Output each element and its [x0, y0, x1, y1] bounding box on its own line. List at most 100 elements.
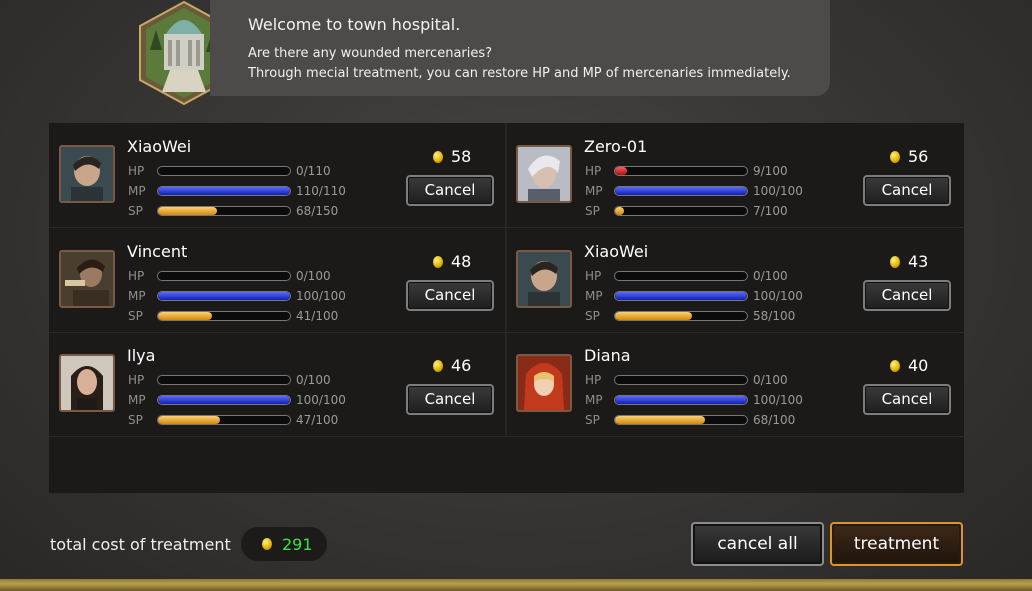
mp-label: MP [128, 184, 146, 198]
gold-coin-icon [433, 151, 443, 163]
cost-value: 48 [451, 252, 472, 271]
mercenary-card: Diana HP 0/100 MP 100/100 SP 68/100 40 C… [506, 332, 963, 436]
sp-bar [614, 415, 748, 425]
sp-label: SP [585, 204, 600, 218]
treatment-cost: 46 [433, 356, 471, 375]
portrait-xiaowei [59, 145, 115, 203]
cancel-button[interactable]: Cancel [406, 384, 494, 415]
hp-label: HP [585, 373, 602, 387]
mercenary-card: Zero-01 HP 9/100 MP 100/100 SP 7/100 56 … [506, 123, 963, 227]
mp-bar-fill [615, 187, 747, 195]
hp-bar [614, 271, 748, 281]
sp-label: SP [585, 309, 600, 323]
mercenary-card: Ilya HP 0/100 MP 100/100 SP 47/100 46 Ca… [49, 332, 506, 436]
welcome-title: Welcome to town hospital. [248, 15, 461, 34]
mp-bar [157, 395, 291, 405]
hp-value: 0/110 [296, 164, 331, 178]
sp-bar-fill [615, 312, 692, 320]
hp-label: HP [128, 164, 145, 178]
sp-label: SP [128, 413, 143, 427]
sp-bar [614, 311, 748, 321]
mp-bar [614, 291, 748, 301]
portrait-ilya [59, 354, 115, 412]
mercenary-name: Diana [584, 346, 631, 365]
hp-value: 9/100 [753, 164, 788, 178]
hp-bar [614, 375, 748, 385]
hp-bar [157, 166, 291, 176]
mp-bar-fill [158, 292, 290, 300]
hp-value: 0/100 [296, 269, 331, 283]
sp-value: 68/100 [753, 413, 796, 427]
cancel-button[interactable]: Cancel [406, 175, 494, 206]
treatment-cost: 43 [890, 252, 928, 271]
mp-bar [157, 186, 291, 196]
sp-label: SP [128, 309, 143, 323]
mercenary-list-panel: XiaoWei HP 0/110 MP 110/110 SP 68/150 58… [49, 123, 964, 493]
welcome-description: Through mecial treatment, you can restor… [248, 66, 791, 81]
sp-bar [157, 206, 291, 216]
gold-coin-icon [433, 360, 443, 372]
total-cost-display: 291 [241, 527, 327, 561]
mp-bar [614, 395, 748, 405]
sp-value: 47/100 [296, 413, 339, 427]
cancel-button[interactable]: Cancel [863, 280, 951, 311]
sp-value: 58/100 [753, 309, 796, 323]
cost-value: 58 [451, 147, 472, 166]
cancel-button[interactable]: Cancel [863, 384, 951, 415]
gold-coin-icon [890, 360, 900, 372]
gold-coin-icon [433, 256, 443, 268]
gold-coin-icon [262, 538, 272, 550]
mercenary-card: Vincent HP 0/100 MP 100/100 SP 41/100 48… [49, 228, 506, 332]
mercenary-name: Zero-01 [584, 137, 648, 156]
bottom-border [0, 579, 1032, 591]
mp-value: 100/100 [753, 184, 803, 198]
cancel-button[interactable]: Cancel [406, 280, 494, 311]
hp-bar [157, 271, 291, 281]
sp-bar-fill [158, 416, 221, 424]
sp-value: 41/100 [296, 309, 339, 323]
portrait-vincent [59, 250, 115, 308]
mp-value: 110/110 [296, 184, 346, 198]
mp-label: MP [128, 289, 146, 303]
mp-label: MP [585, 393, 603, 407]
sp-label: SP [128, 204, 143, 218]
gold-coin-icon [890, 256, 900, 268]
mp-bar [157, 291, 291, 301]
hp-value: 0/100 [753, 373, 788, 387]
mp-bar-fill [615, 292, 747, 300]
total-cost-label: total cost of treatment [50, 535, 231, 554]
cancel-button[interactable]: Cancel [863, 175, 951, 206]
sp-bar [157, 415, 291, 425]
hp-label: HP [585, 269, 602, 283]
treatment-cost: 58 [433, 147, 471, 166]
mp-bar [614, 186, 748, 196]
mp-value: 100/100 [753, 393, 803, 407]
mercenary-name: Ilya [127, 346, 156, 365]
mp-bar-fill [158, 187, 290, 195]
portrait-zero-01 [516, 145, 572, 203]
mercenary-name: XiaoWei [584, 242, 649, 261]
hp-value: 0/100 [296, 373, 331, 387]
sp-bar-fill [615, 416, 705, 424]
mercenary-name: Vincent [127, 242, 188, 261]
mp-value: 100/100 [296, 393, 346, 407]
hp-bar [157, 375, 291, 385]
sp-bar-fill [158, 207, 218, 215]
mercenary-card: XiaoWei HP 0/110 MP 110/110 SP 68/150 58… [49, 123, 506, 227]
welcome-question: Are there any wounded mercenaries? [248, 46, 493, 61]
mp-bar-fill [615, 396, 747, 404]
mp-label: MP [128, 393, 146, 407]
total-cost-value: 291 [282, 535, 313, 554]
portrait-xiaowei [516, 250, 572, 308]
cost-value: 43 [908, 252, 929, 271]
mp-bar-fill [158, 396, 290, 404]
sp-bar [614, 206, 748, 216]
cost-value: 46 [451, 356, 472, 375]
sp-bar [157, 311, 291, 321]
mercenary-card: XiaoWei HP 0/100 MP 100/100 SP 58/100 43… [506, 228, 963, 332]
cancel-all-button[interactable]: cancel all [691, 522, 824, 566]
treatment-button[interactable]: treatment [830, 522, 963, 566]
treatment-cost: 40 [890, 356, 928, 375]
welcome-banner: Welcome to town hospital. Are there any … [210, 0, 830, 96]
hp-bar-fill [615, 167, 627, 175]
